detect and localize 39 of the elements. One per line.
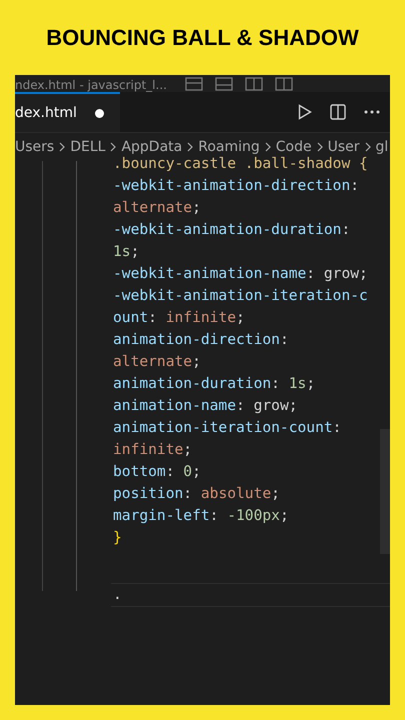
chevron-icon xyxy=(264,142,271,152)
code-line: -webkit-animation-iteration-c xyxy=(113,287,368,304)
code-line: .bouncy-castle .ball-shadow { xyxy=(113,155,368,172)
code-line: ount: infinite; xyxy=(113,309,245,326)
code-line: . xyxy=(113,586,122,603)
code-line: margin-left: -100px; xyxy=(113,507,289,524)
chevron-icon xyxy=(110,142,116,152)
breadcrumb-item[interactable]: DELL xyxy=(70,139,106,155)
code-line: bottom: 0; xyxy=(113,463,201,480)
code-line: animation-duration: 1s; xyxy=(113,375,316,392)
code-line: animation-direction: xyxy=(113,331,289,348)
more-icon[interactable] xyxy=(364,110,380,114)
code-line: -webkit-animation-duration: xyxy=(113,221,350,238)
code-line: -webkit-animation-name: grow; xyxy=(113,265,368,282)
chevron-icon xyxy=(59,142,66,152)
code-line: alternate; xyxy=(113,353,201,370)
window-title: ndex.html - javascript_l... xyxy=(15,78,167,92)
breadcrumb-item[interactable]: User xyxy=(328,139,360,155)
code-line: animation-name: grow; xyxy=(113,397,298,414)
code-line: position: absolute; xyxy=(113,485,280,502)
code-line: -webkit-animation-direction: xyxy=(113,177,360,194)
video-title: BOUNCING BALL & SHADOW xyxy=(45,24,360,52)
chevron-icon xyxy=(316,142,323,152)
code-line: } xyxy=(113,529,122,546)
split-editor-icon[interactable] xyxy=(330,104,346,120)
code-line: infinite; xyxy=(113,441,192,458)
breadcrumb-item[interactable]: AppData xyxy=(121,139,182,155)
scrollbar-thumb[interactable] xyxy=(380,429,390,554)
breadcrumb-item[interactable]: Users xyxy=(15,139,54,155)
breadcrumb-item[interactable]: Code xyxy=(276,139,312,155)
code-line: alternate; xyxy=(113,199,201,216)
chevron-icon xyxy=(187,142,194,152)
chevron-icon xyxy=(364,142,371,152)
code-line: 1s; xyxy=(113,243,140,260)
code-line: animation-iteration-count: xyxy=(113,419,342,436)
editor-tab[interactable]: dex.html xyxy=(15,92,120,132)
breadcrumb-item[interactable]: gl xyxy=(376,139,388,155)
run-icon[interactable] xyxy=(298,104,312,120)
breadcrumb-item[interactable]: Roaming xyxy=(198,139,260,155)
